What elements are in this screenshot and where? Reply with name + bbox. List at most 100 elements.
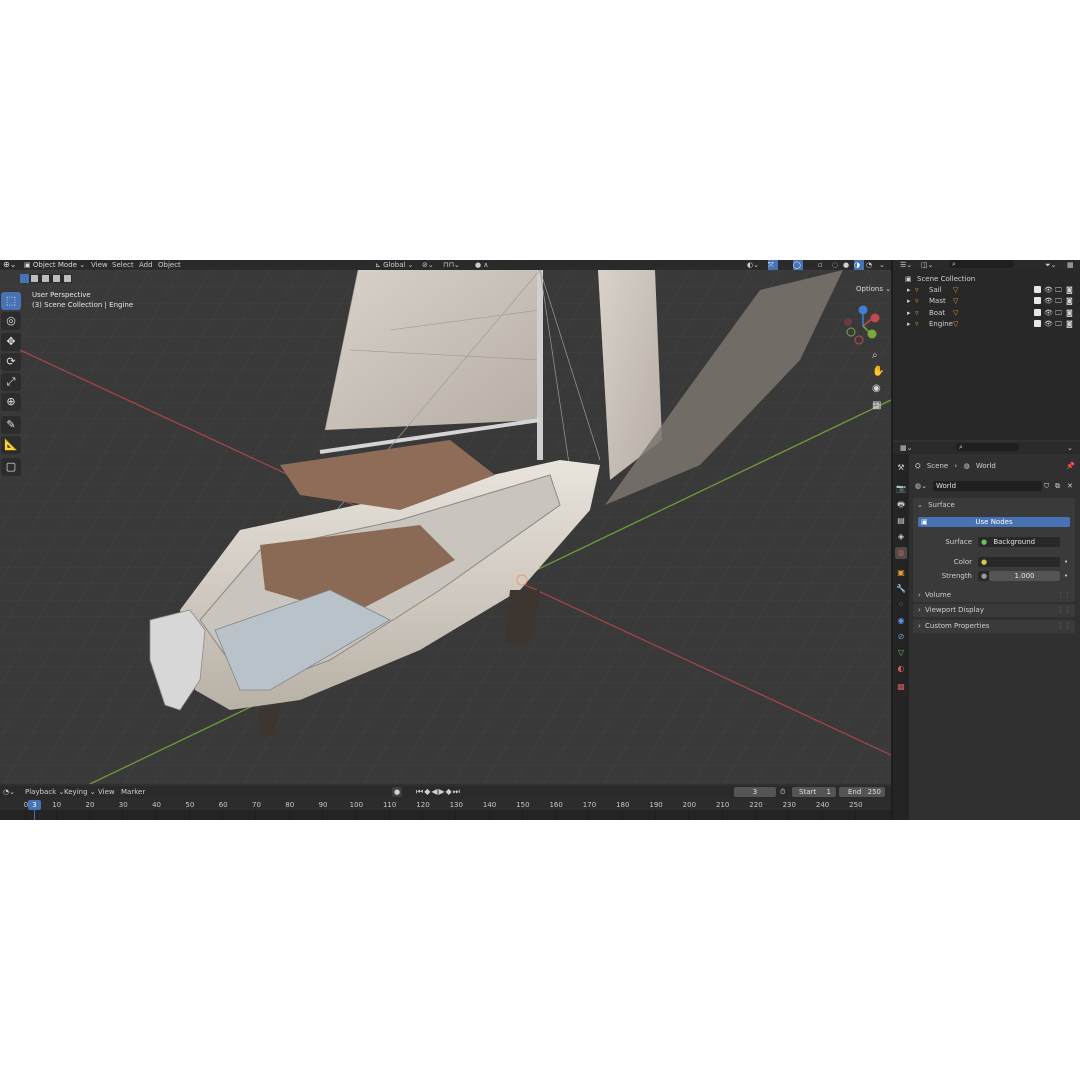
texture-tab-icon[interactable]: ▩ — [895, 681, 907, 693]
exclude-checkbox[interactable] — [1034, 297, 1041, 305]
drag-handle-icon[interactable]: ⋮⋮ — [1057, 589, 1071, 602]
particles-tab-icon[interactable]: ⁘ — [895, 599, 907, 611]
annotate-tool-icon[interactable]: ✎ — [1, 416, 21, 434]
xray-icon[interactable]: ▫ — [818, 260, 823, 270]
world-tab-icon[interactable]: ◍ — [895, 547, 907, 559]
duplicate-icon[interactable]: ⧉ — [1055, 481, 1060, 491]
new-collection-icon[interactable]: ▦ — [1067, 260, 1074, 270]
surface-panel-header[interactable]: ⌄ Surface — [917, 500, 955, 510]
render-camera-icon[interactable]: ◙ — [1066, 285, 1073, 295]
menu-object[interactable]: Object — [158, 260, 181, 270]
physics-tab-icon[interactable]: ◉ — [895, 615, 907, 627]
select-mode-buttons[interactable] — [20, 274, 72, 283]
view-layer-tab-icon[interactable]: ▤ — [895, 515, 907, 527]
outliner-row-mast[interactable]: ▸ ▿ Mast ▽ 👁 🖵 ◙ — [893, 296, 1080, 306]
render-tab-icon[interactable]: 📷 — [895, 483, 907, 495]
menu-view[interactable]: View — [91, 260, 108, 270]
gizmo-toggle-icon[interactable]: ⤧ — [768, 260, 778, 270]
exclude-checkbox[interactable] — [1034, 286, 1041, 293]
panel-custom-properties[interactable]: › Custom Properties ⋮⋮ — [913, 619, 1075, 633]
color-field[interactable]: ● — [978, 557, 1060, 567]
modifier-tab-icon[interactable]: 🔧 — [895, 583, 907, 595]
timeline-menu-keying[interactable]: Keying ⌄ — [64, 787, 96, 797]
timeline-menu-view[interactable]: View — [98, 787, 115, 797]
eye-icon[interactable]: 👁 — [1044, 285, 1053, 295]
render-camera-icon[interactable]: ◙ — [1066, 319, 1073, 329]
viewport-disable-icon[interactable]: 🖵 — [1055, 319, 1062, 329]
add-cube-tool-icon[interactable]: ▢ — [1, 458, 21, 476]
pivot-icon[interactable]: ⊘⌄ — [422, 260, 434, 270]
camera-icon[interactable]: ◉ — [872, 383, 881, 394]
select-invert-icon[interactable] — [53, 275, 60, 282]
snap-icon[interactable]: ⊓⊓⌄ — [443, 260, 460, 270]
playhead[interactable]: 3 — [28, 800, 41, 810]
grid-view-icon[interactable]: ▦ — [872, 400, 881, 411]
select-extend-icon[interactable] — [31, 275, 38, 282]
visibility-icon[interactable]: ◐⌄ — [747, 260, 759, 270]
overlays-icon[interactable]: ◯ — [793, 260, 803, 270]
shading-solid-icon[interactable]: ● — [843, 260, 849, 270]
unlink-icon[interactable]: ✕ — [1067, 481, 1073, 491]
panel-volume[interactable]: › Volume ⋮⋮ — [913, 589, 1075, 602]
outliner-row-scene-collection[interactable]: ▣ Scene Collection — [893, 274, 1080, 284]
timeline-menu-playback[interactable]: Playback ⌄ — [25, 787, 64, 797]
eye-icon[interactable]: 👁 — [1044, 319, 1053, 329]
exclude-checkbox[interactable] — [1034, 308, 1041, 316]
drag-handle-icon[interactable]: ⋮⋮ — [1057, 604, 1071, 617]
properties-editor-icon[interactable]: ▦⌄ — [900, 443, 912, 453]
world-name-field[interactable]: World — [933, 481, 1042, 491]
end-frame-field[interactable]: End 250 — [839, 787, 885, 797]
editor-type-icon[interactable]: ⊕⌄ — [3, 260, 16, 269]
display-mode-icon[interactable]: ◫⌄ — [921, 260, 933, 270]
scale-tool-icon[interactable]: ⤢ — [1, 373, 21, 391]
stopwatch-icon[interactable]: ⏱ — [780, 787, 785, 797]
output-tab-icon[interactable]: 🖶 — [895, 499, 907, 511]
outliner-row-engine[interactable]: ▸ ▿ Engine ▽ 👁 🖵 ◙ — [893, 319, 1080, 329]
material-tab-icon[interactable]: ◐ — [895, 663, 907, 675]
filter-icon[interactable]: ⏷⌄ — [1045, 260, 1056, 270]
render-camera-icon[interactable]: ◙ — [1066, 296, 1073, 306]
current-frame-field[interactable]: 3 — [734, 787, 776, 797]
proportional-edit-icon[interactable]: ● ∧ — [475, 260, 488, 270]
object-tab-icon[interactable]: ▣ — [895, 567, 907, 579]
navigation-gizmo[interactable] — [843, 304, 887, 348]
pin-icon[interactable]: 📌 — [1066, 461, 1075, 471]
viewport-disable-icon[interactable]: 🖵 — [1055, 285, 1062, 295]
scene-tab-icon[interactable]: ◈ — [895, 531, 907, 543]
menu-select[interactable]: Select — [112, 260, 134, 270]
select-subtract-icon[interactable] — [42, 275, 49, 282]
outliner-row-boat[interactable]: ▸ ▿ Boat ▽ 👁 🖵 ◙ — [893, 308, 1080, 318]
constraints-tab-icon[interactable]: ⊘ — [895, 631, 907, 643]
pan-hand-icon[interactable]: ✋ — [872, 366, 884, 377]
data-tab-icon[interactable]: ▽ — [895, 647, 907, 659]
start-frame-field[interactable]: Start 1 — [792, 787, 836, 797]
eye-icon[interactable]: 👁 — [1044, 308, 1053, 318]
transform-tool-icon[interactable]: ⊕ — [1, 393, 21, 411]
3d-viewport[interactable]: User Perspective (3) Scene Collection | … — [0, 270, 891, 784]
expand-arrow-icon[interactable]: ▸ — [907, 308, 911, 318]
shading-rendered-icon[interactable]: ◔ — [866, 260, 872, 270]
cursor-tool-icon[interactable]: ◎ — [1, 312, 21, 330]
fake-user-icon[interactable]: ⛉ — [1044, 481, 1049, 491]
strength-field[interactable]: ● 1.000 — [978, 571, 1060, 581]
select-intersect-icon[interactable] — [64, 275, 71, 282]
eye-icon[interactable]: 👁 — [1044, 296, 1053, 306]
properties-options-icon[interactable]: ⌄ — [1067, 443, 1073, 453]
mode-selector[interactable]: ▣ Object Mode ⌄ — [24, 260, 85, 270]
render-camera-icon[interactable]: ◙ — [1066, 308, 1073, 318]
timeline-editor-icon[interactable]: ◔⌄ — [3, 787, 15, 797]
world-datablock[interactable]: ◍⌄ World ⛉ ⧉ ✕ — [913, 481, 1076, 491]
exclude-checkbox[interactable] — [1034, 319, 1041, 327]
outliner-search-input[interactable]: ⌕ — [949, 260, 1014, 268]
timeline-menu-marker[interactable]: Marker — [121, 787, 145, 797]
move-tool-icon[interactable]: ✥ — [1, 333, 21, 351]
expand-arrow-icon[interactable]: ▸ — [907, 285, 911, 295]
orientation-selector[interactable]: ⊾ Global ⌄ — [375, 260, 414, 270]
surface-shader-selector[interactable]: ● Background — [978, 537, 1060, 547]
panel-viewport-display[interactable]: › Viewport Display ⋮⋮ — [913, 604, 1075, 618]
viewport-disable-icon[interactable]: 🖵 — [1055, 308, 1062, 318]
viewport-disable-icon[interactable]: 🖵 — [1055, 296, 1062, 306]
measure-tool-icon[interactable]: 📐 — [1, 436, 21, 454]
color-keyframe-icon[interactable]: • — [1064, 557, 1068, 567]
outliner-editor-icon[interactable]: ☰⌄ — [900, 260, 912, 270]
